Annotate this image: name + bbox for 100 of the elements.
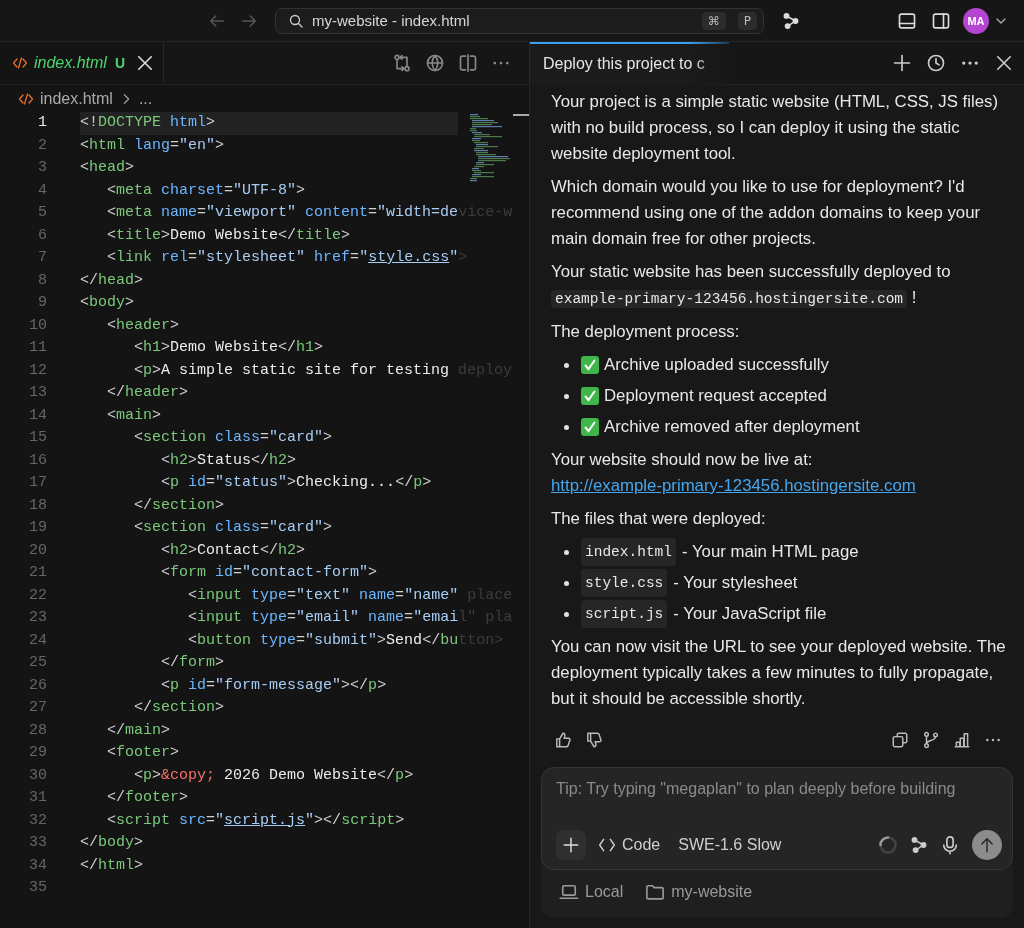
message-input[interactable]: Tip: Try typing "megaplan" to plan deeply before building <box>556 780 1002 804</box>
send-button[interactable] <box>972 830 1002 860</box>
line-number: 27 <box>28 698 47 718</box>
folder-label[interactable]: my-website <box>671 883 753 901</box>
arrow-up-icon <box>978 836 996 854</box>
line-number: 11 <box>28 338 47 358</box>
code-line: <meta charset="UTF-8"> <box>106 180 306 201</box>
bullet-icon <box>564 612 569 617</box>
search-text: my-website - index.html <box>312 12 471 29</box>
location-label[interactable]: Local <box>585 883 624 901</box>
nodes-icon[interactable] <box>910 836 928 854</box>
message-text: - Your main HTML page <box>682 541 859 563</box>
code-line: <body> <box>80 293 135 313</box>
scrollbar-thumb[interactable] <box>513 114 529 116</box>
line-number: 34 <box>28 855 47 876</box>
line-number: 17 <box>28 473 47 493</box>
line-number: 33 <box>28 833 47 853</box>
thumbs-down-icon[interactable] <box>585 731 603 749</box>
bullet-icon <box>564 425 569 430</box>
line-number: 8 <box>37 270 47 291</box>
line-number: 20 <box>28 540 47 561</box>
nodes-icon[interactable] <box>782 11 800 30</box>
message-text: Your website should now be live at: <box>551 450 813 469</box>
code-line: <link rel="stylesheet" href="style.css"> <box>106 248 468 268</box>
code-line: <section class="card"> <box>133 518 333 538</box>
code-line: </html> <box>80 855 144 876</box>
code-line: </head> <box>80 270 144 291</box>
check-icon <box>581 418 599 436</box>
code-line: <head> <box>80 158 135 178</box>
message-text: Deployment request accepted <box>604 385 827 407</box>
line-number: 13 <box>28 383 47 403</box>
panel-bottom-icon[interactable] <box>897 10 917 31</box>
line-number: 7 <box>37 248 47 268</box>
avatar[interactable]: MA <box>963 7 989 34</box>
microphone-icon[interactable] <box>940 835 960 855</box>
branch-icon[interactable] <box>922 731 940 749</box>
folder-icon <box>645 882 666 902</box>
code-line: <p id="status">Checking...</p> <box>160 473 432 493</box>
bar-chart-icon[interactable] <box>953 731 971 749</box>
line-number: 23 <box>28 608 47 628</box>
code-icon <box>598 836 616 854</box>
code-line: </section> <box>133 495 225 516</box>
model-selector[interactable]: SWE-1.6 Slow <box>678 836 782 854</box>
history-icon[interactable] <box>926 53 946 73</box>
message-text: The deployment process: <box>551 322 740 341</box>
mode-selector[interactable]: Code <box>598 836 661 854</box>
code-line: <p id="form-message"></p> <box>160 675 387 696</box>
globe-icon[interactable] <box>425 53 445 73</box>
code-line: <script src="script.js"></script> <box>106 810 405 831</box>
code-line: </form> <box>160 653 225 673</box>
breadcrumb-item[interactable]: index.html <box>40 89 113 108</box>
code-file-icon <box>12 55 28 71</box>
search-icon <box>288 12 304 29</box>
message-text: Your project is a simple static website (HTML, CSS, JS files) with no build process, so I can deploy it using the static website deployment tool. <box>551 92 999 163</box>
chat-tab[interactable]: Deploy this project to c <box>530 41 729 85</box>
code-line: <h1>Demo Website</h1> <box>133 338 324 358</box>
line-number: 31 <box>28 788 47 808</box>
inline-code: example-primary-123456.hostingersite.com <box>551 290 908 308</box>
line-number: 10 <box>28 315 47 336</box>
command-search-field[interactable]: my-website - index.html ⌘ P <box>275 7 764 34</box>
split-view-icon[interactable] <box>458 53 478 73</box>
line-number: 6 <box>37 225 47 246</box>
line-number: 12 <box>28 360 47 381</box>
code-line: <title>Demo Website</title> <box>106 225 351 246</box>
line-number: 24 <box>28 630 47 651</box>
line-number: 29 <box>28 743 47 763</box>
inline-code: index.html <box>581 538 676 566</box>
laptop-icon <box>559 882 579 902</box>
inline-code: style.css <box>581 569 668 597</box>
message-text: You can now visit the URL to see your deployed website. The deployment typically takes a few minutes to fully propagate, but it should be accessible shortly. <box>551 637 1006 708</box>
message-text: ! <box>911 288 917 307</box>
line-number: 25 <box>28 653 47 673</box>
line-number: 35 <box>28 878 47 898</box>
message-text: - Your JavaScript file <box>673 603 827 625</box>
bullet-icon <box>564 581 569 586</box>
code-line: <h2>Status</h2> <box>160 450 297 471</box>
copy-icon[interactable] <box>891 731 909 749</box>
thumbs-up-icon[interactable] <box>554 731 572 749</box>
line-number: 16 <box>28 450 47 471</box>
line-number: 3 <box>37 158 47 178</box>
sidebar-icon[interactable] <box>931 10 951 31</box>
line-number: 26 <box>28 675 47 696</box>
breadcrumb-item[interactable]: ... <box>138 89 153 108</box>
shortcut-key: P <box>737 11 757 30</box>
message-text: Archive removed after deployment <box>604 416 860 438</box>
line-number: 5 <box>37 203 47 223</box>
code-line: <h2>Contact</h2> <box>160 540 306 561</box>
url-link[interactable]: http://example-primary-123456.hostingersite.com <box>551 476 916 495</box>
spinner-icon <box>878 835 898 855</box>
message-text: Archive uploaded successfully <box>604 354 829 376</box>
code-file-icon <box>18 90 34 107</box>
git-status: U <box>114 55 126 71</box>
line-number: 2 <box>37 135 47 156</box>
plus-icon <box>562 836 580 854</box>
bullet-icon <box>564 394 569 399</box>
close-icon[interactable] <box>994 53 1014 73</box>
add-button[interactable] <box>556 830 586 860</box>
shortcut-key: ⌘ <box>701 11 726 30</box>
plus-icon[interactable] <box>892 53 912 73</box>
compare-icon[interactable] <box>392 53 412 73</box>
